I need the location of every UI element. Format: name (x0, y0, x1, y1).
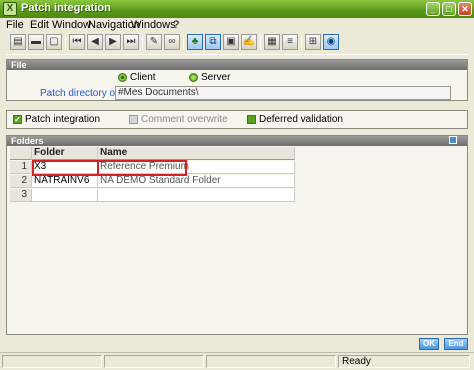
next-icon[interactable]: ▶ (105, 34, 121, 50)
maximize-button[interactable]: □ (442, 2, 456, 16)
diagram-icon[interactable]: ⊞ (305, 34, 321, 50)
table-header-rownum (10, 147, 32, 160)
expand-icon[interactable] (449, 136, 457, 144)
name-cell[interactable]: Reference Premium (98, 161, 295, 174)
options-bar: ✓ Patch integration Comment overwrite De… (6, 110, 468, 129)
new-icon[interactable]: ▤ (10, 34, 26, 50)
window-title: Patch integration (21, 2, 111, 14)
menu-bar: File Edit Window Navigation Windows ? (0, 18, 474, 33)
deferred-validation-checkbox[interactable] (247, 115, 256, 124)
folder-cell[interactable] (32, 189, 98, 202)
copy-icon[interactable]: ⧉ (205, 34, 221, 50)
toolbar-separator (6, 54, 468, 55)
patch-integration-checkbox[interactable]: ✓ (13, 115, 22, 124)
deferred-validation-label: Deferred validation (259, 114, 343, 125)
table-header-folder: Folder (32, 147, 98, 160)
minimize-button[interactable]: _ (426, 2, 440, 16)
table-icon[interactable]: ▦ (264, 34, 280, 50)
wizard-icon[interactable]: ✍ (241, 34, 257, 50)
toolbar: ▤ ▬ ▢ ⏮ ◀ ▶ ⏭ ✎ ∞ ♣ ⧉ ▣ ✍ ▦ ≡ ⊞ ◉ (6, 34, 468, 52)
row-number: 2 (10, 175, 32, 188)
folder-cell[interactable]: NATRAINV6 (32, 175, 98, 188)
patch-path-field[interactable]: #Mes Documents\ (115, 86, 451, 100)
last-icon[interactable]: ⏭ (123, 34, 139, 50)
comment-overwrite-label: Comment overwrite (141, 114, 228, 125)
status-pane-3 (206, 355, 336, 368)
table-header-name: Name (98, 147, 295, 160)
attach-icon[interactable]: ✎ (146, 34, 162, 50)
name-cell[interactable]: NA DEMO Standard Folder (98, 175, 295, 188)
help-icon[interactable]: ◉ (323, 34, 339, 50)
title-bar: X Patch integration _ □ ✕ (0, 0, 474, 18)
file-section-title: File (7, 60, 467, 70)
status-bar: Ready (0, 352, 474, 370)
status-pane-1 (2, 355, 102, 368)
menu-help[interactable]: ? (173, 19, 179, 31)
menu-windows[interactable]: Windows (131, 19, 176, 31)
text-icon[interactable]: ≡ (282, 34, 298, 50)
menu-window[interactable]: Window (52, 19, 91, 31)
menu-edit[interactable]: Edit (30, 19, 49, 31)
client-radio[interactable] (118, 73, 127, 82)
folder-cell[interactable]: X3 (32, 161, 98, 174)
app-icon: X (3, 2, 17, 16)
paste-icon[interactable]: ▣ (223, 34, 239, 50)
preview-icon[interactable]: ▢ (46, 34, 62, 50)
comment-overwrite-checkbox[interactable] (129, 115, 138, 124)
close-button[interactable]: ✕ (458, 2, 472, 16)
end-button[interactable]: End (444, 338, 468, 350)
ok-button[interactable]: OK (419, 338, 439, 350)
previous-icon[interactable]: ◀ (87, 34, 103, 50)
print-icon[interactable]: ▬ (28, 34, 44, 50)
menu-file[interactable]: File (6, 19, 24, 31)
server-label: Server (201, 72, 231, 83)
server-radio[interactable] (189, 73, 198, 82)
status-text: Ready (338, 355, 470, 368)
row-number: 1 (10, 161, 32, 174)
first-icon[interactable]: ⏮ (69, 34, 85, 50)
row-number: 3 (10, 189, 32, 202)
link-icon[interactable]: ∞ (164, 34, 180, 50)
patch-integration-label: Patch integration (25, 114, 101, 125)
client-label: Client (130, 72, 156, 83)
status-pane-2 (104, 355, 204, 368)
folders-section-title: Folders (7, 136, 467, 146)
file-section: File Client Server Patch directory or fi… (6, 59, 468, 101)
graph-icon[interactable]: ♣ (187, 34, 203, 50)
name-cell[interactable] (98, 189, 295, 202)
